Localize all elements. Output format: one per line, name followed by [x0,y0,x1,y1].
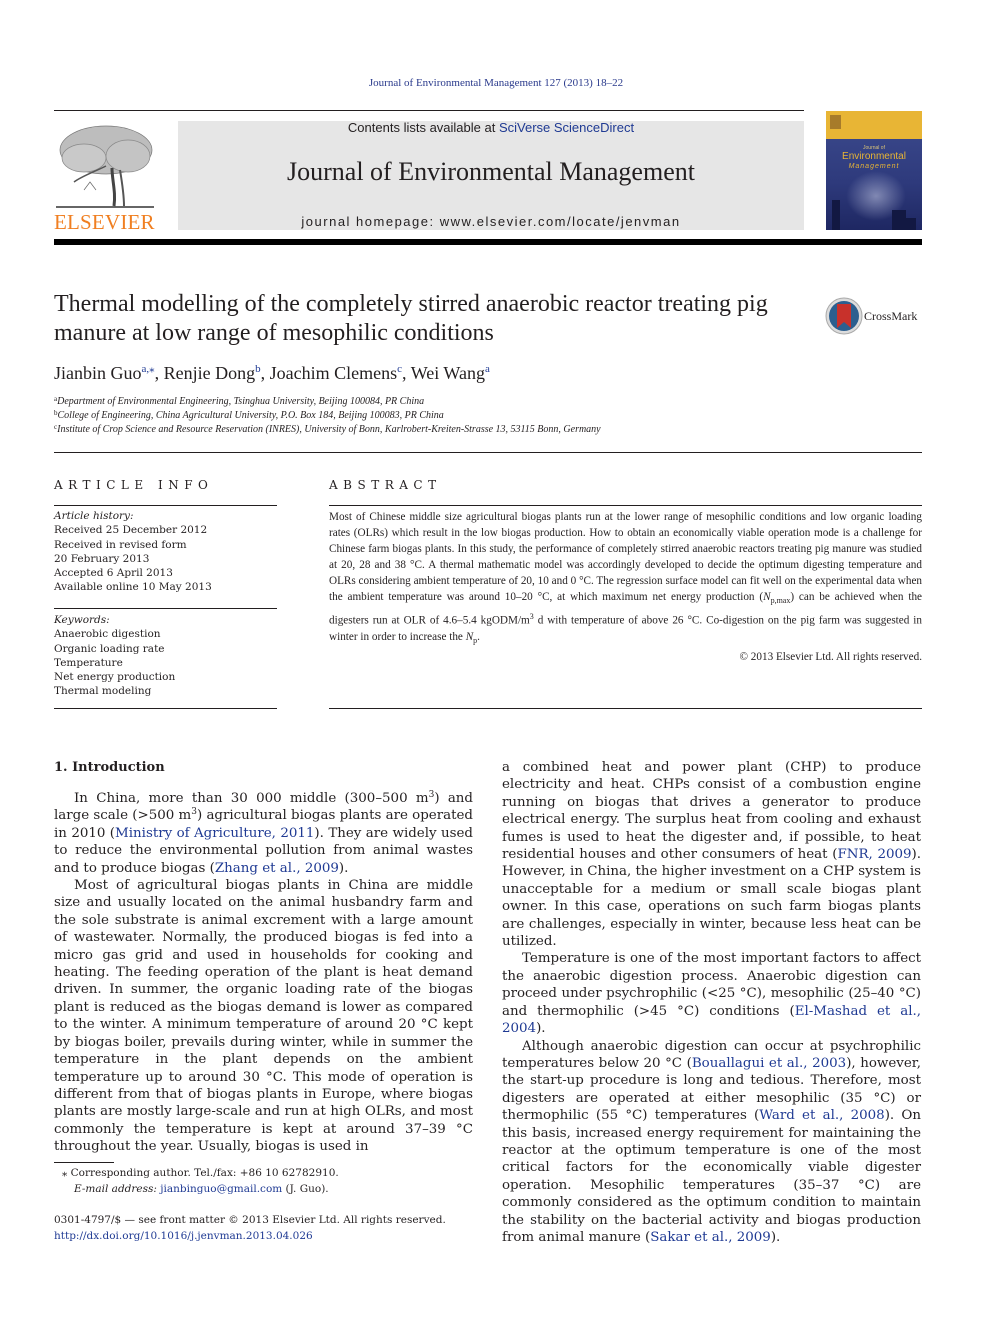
issn-block: 0301-4797/$ — see front matter © 2013 El… [54,1212,446,1244]
affiliation-text: Department of Environmental Engineering,… [57,396,425,407]
history-item: Received in revised form [54,538,187,551]
author-affiliation-marker[interactable]: a [485,363,490,375]
text: ). However, in China, the higher investm… [502,847,922,950]
email-line: E-mail address: jianbinguo@gmail.com (J.… [62,1181,339,1197]
corresponding-author-note: ⁎ Corresponding author. Tel./fax: +86 10… [62,1167,339,1179]
abstract-heading: ABSTRACT [329,478,442,492]
text: ). On this basis, increased energy requi… [502,1108,921,1245]
divider [329,708,922,709]
journal-title: Journal of Environmental Management [287,157,695,186]
author-list: Jianbin Guoa,⁎, Renjie Dongb, Joachim Cl… [54,362,490,384]
history-item: 20 February 2013 [54,552,150,565]
reference-link[interactable]: Sakar et al., 2009 [650,1230,771,1245]
email-suffix: (J. Guo). [282,1183,329,1195]
paragraph: Temperature is one of the most important… [502,950,921,1037]
sciencedirect-link[interactable]: SciVerse ScienceDirect [499,120,634,135]
paragraph: In China, more than 30 000 middle (300–5… [54,790,473,877]
author-affiliation-marker[interactable]: a,⁎ [142,363,155,375]
history-item: Accepted 6 April 2013 [54,567,173,580]
keywords: Keywords: Anaerobic digestion Organic lo… [54,613,277,699]
section-heading: 1. Introduction [54,760,165,775]
author-name: Wei Wang [410,363,485,383]
divider [54,608,277,609]
article-title: Thermal modelling of the completely stir… [54,291,768,346]
cover-title: Environmental [842,151,906,162]
paragraph: Although anaerobic digestion can occur a… [502,1038,921,1247]
affiliation-text: Institute of Crop Science and Resource R… [57,424,601,435]
symbol: N [763,591,771,603]
contents-line: Contents lists available at SciVerse Sci… [178,121,804,135]
keyword: Thermal modeling [54,685,152,698]
affiliation: aDepartment of Environmental Engineering… [54,395,424,407]
journal-homepage[interactable]: journal homepage: www.elsevier.com/locat… [178,214,804,229]
divider [54,708,277,709]
crossmark-label[interactable]: CrossMark [864,309,917,324]
body-column-right: a combined heat and power plant (CHP) to… [502,759,921,1246]
paragraph: Most of agricultural biogas plants in Ch… [54,878,473,1155]
issn-line: 0301-4797/$ — see front matter © 2013 El… [54,1214,446,1226]
body-column-left: In China, more than 30 000 middle (300–5… [54,790,473,1156]
cover-building [906,218,916,230]
reference-link[interactable]: FNR, 2009 [837,847,911,862]
footnote-rule [54,1162,114,1163]
cover-building [892,210,906,230]
history-label: Article history: [54,510,134,522]
header-rule [54,110,804,111]
keywords-label: Keywords: [54,614,110,626]
keyword: Anaerobic digestion [54,628,161,641]
reference-link[interactable]: Zhang et al., 2009 [215,861,339,876]
author-separator: , [260,363,270,383]
divider [54,505,277,506]
email-label: E-mail address: [74,1183,161,1195]
affiliation-text: College of Engineering, China Agricultur… [57,410,444,421]
reference-link[interactable]: Bouallagui et al., 2003 [692,1056,846,1071]
email-link[interactable]: jianbinguo@gmail.com [160,1183,282,1195]
doi-link[interactable]: http://dx.doi.org/10.1016/j.jenvman.2013… [54,1228,446,1244]
author-separator: , [402,363,411,383]
masthead-thick-rule [54,239,922,245]
reference-link[interactable]: Ward et al., 2008 [759,1108,884,1123]
symbol-subscript: p,max [770,596,791,606]
divider [329,505,922,506]
abstract-segment: . [477,630,480,643]
contents-prefix: Contents lists available at [347,120,499,135]
text: ). [536,1021,546,1037]
text: ). [338,860,349,876]
author-name: Jianbin Guo [54,363,142,383]
affiliation: cInstitute of Crop Science and Resource … [54,423,601,435]
keyword: Net energy production [54,671,176,684]
article-history: Article history: Received 25 December 20… [54,509,277,595]
article-info-heading: ARTICLE INFO [54,478,214,492]
author-name: Renjie Dong [163,363,256,383]
journal-cover-image: Journal of Environmental Management [826,111,922,230]
keyword: Temperature [54,656,123,669]
text: ). [770,1229,781,1245]
paragraph: a combined heat and power plant (CHP) to… [502,759,921,950]
cover-elsevier-icon [830,115,841,129]
history-item: Available online 10 May 2013 [54,581,212,594]
journal-citation[interactable]: Journal of Environmental Management 127 … [0,77,992,89]
author-name: Joachim Clemens [269,363,398,383]
footnote: ⁎ Corresponding author. Tel./fax: +86 10… [62,1165,339,1197]
affiliation-rule [54,452,922,453]
abstract-text: Most of Chinese middle size agricultural… [329,509,922,665]
keyword: Organic loading rate [54,642,165,655]
elsevier-wordmark: ELSEVIER [54,210,155,234]
text: In China, more than 30 000 middle (300–5… [74,791,429,806]
cover-subtitle: Management [848,163,900,170]
cover-chimney [832,200,840,230]
reference-link[interactable]: Ministry of Agriculture, 2011 [115,826,314,841]
abstract-segment: Most of Chinese middle size agricultural… [329,511,922,603]
history-item: Received 25 December 2012 [54,524,208,537]
affiliation: bCollege of Engineering, China Agricultu… [54,409,444,421]
author-separator: , [154,363,164,383]
abstract-copyright: © 2013 Elsevier Ltd. All rights reserved… [739,651,923,664]
